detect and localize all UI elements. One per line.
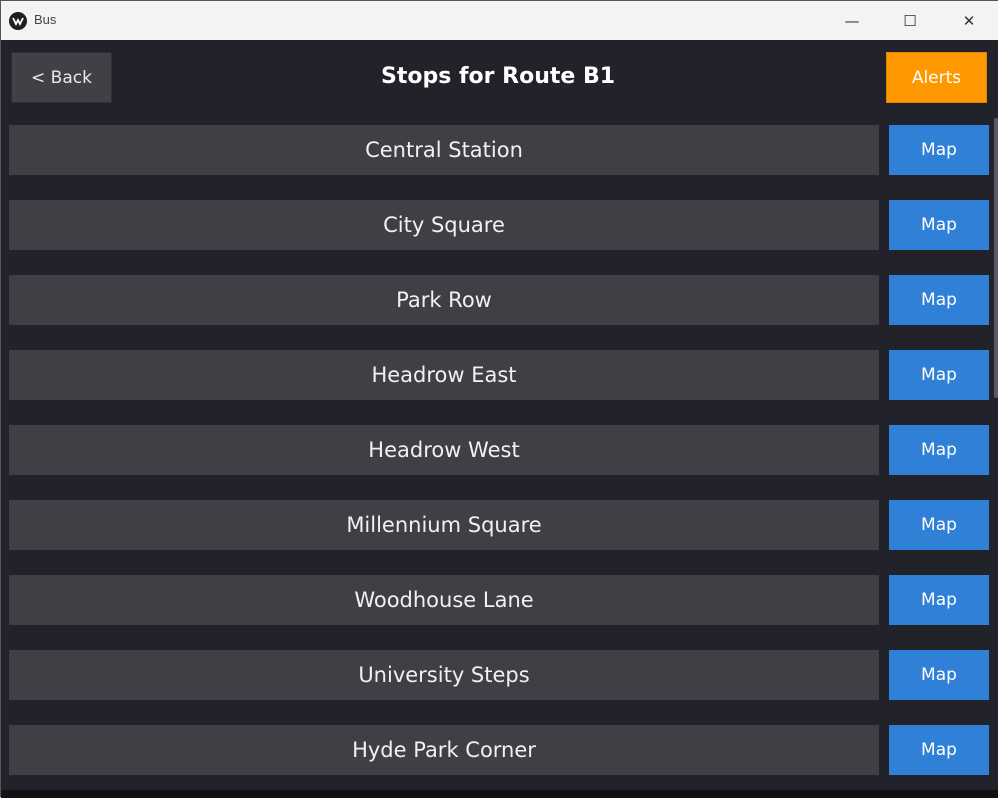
stop-name-button[interactable]: Hyde Park Corner [9, 725, 879, 775]
map-button[interactable]: Map [889, 425, 989, 475]
minimize-button[interactable]: — [823, 1, 881, 40]
map-button[interactable]: Map [889, 500, 989, 550]
list-item: Park Row Map [1, 275, 998, 325]
maximize-button[interactable]: ☐ [881, 1, 939, 40]
map-button[interactable]: Map [889, 575, 989, 625]
map-button[interactable]: Map [889, 650, 989, 700]
window-title: Bus [34, 12, 57, 27]
stops-screen: < Back Stops for Route B1 Alerts Central… [1, 40, 998, 798]
map-button[interactable]: Map [889, 350, 989, 400]
app-window: Bus — ☐ ✕ < Back Stops for Route B1 Aler… [0, 0, 998, 798]
stop-name-button[interactable]: Headrow East [9, 350, 879, 400]
map-button[interactable]: Map [889, 275, 989, 325]
stop-name-button[interactable]: Central Station [9, 125, 879, 175]
map-button[interactable]: Map [889, 200, 989, 250]
stop-name-button[interactable]: Woodhouse Lane [9, 575, 879, 625]
close-button[interactable]: ✕ [940, 1, 998, 40]
stop-name-button[interactable]: Millennium Square [9, 500, 879, 550]
list-item: Headrow West Map [1, 425, 998, 475]
list-item: Central Station Map [1, 125, 998, 175]
stop-name-button[interactable]: Headrow West [9, 425, 879, 475]
page-title: Stops for Route B1 [380, 64, 616, 89]
list-item: Hyde Park Corner Map [1, 725, 998, 775]
map-button[interactable]: Map [889, 725, 989, 775]
title-bar[interactable]: Bus — ☐ ✕ [1, 1, 998, 40]
back-button[interactable]: < Back [11, 52, 112, 103]
app-logo-icon [9, 12, 27, 30]
map-button[interactable]: Map [889, 125, 989, 175]
list-item: Woodhouse Lane Map [1, 575, 998, 625]
list-item: Millennium Square Map [1, 500, 998, 550]
list-item: Headrow East Map [1, 350, 998, 400]
stop-name-button[interactable]: Park Row [9, 275, 879, 325]
stop-name-button[interactable]: City Square [9, 200, 879, 250]
stop-name-button[interactable]: University Steps [9, 650, 879, 700]
scrollbar[interactable] [994, 118, 998, 398]
list-item: University Steps Map [1, 650, 998, 700]
alerts-button[interactable]: Alerts [886, 52, 987, 103]
list-item: City Square Map [1, 200, 998, 250]
